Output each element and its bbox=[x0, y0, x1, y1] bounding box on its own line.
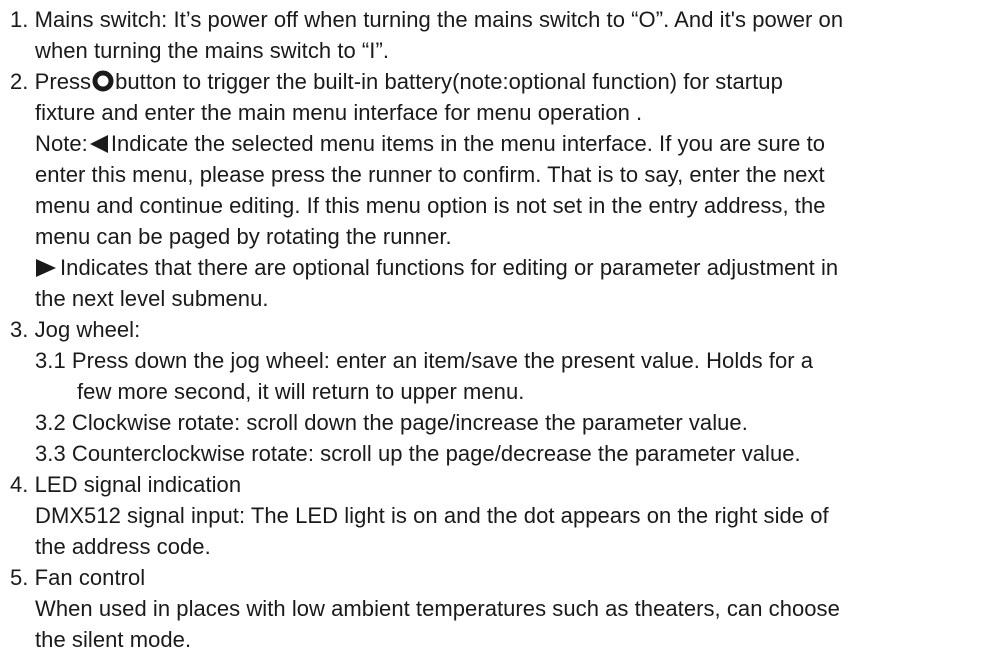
submenu-text-2: the next level submenu. bbox=[35, 286, 269, 311]
jog-sub1-line-2: few more second, it will return to upper… bbox=[10, 376, 985, 407]
press-button-text: button to trigger the built-in battery(n… bbox=[115, 69, 783, 94]
led-line-2: the address code. bbox=[10, 531, 985, 562]
led-text-2: the address code. bbox=[35, 534, 211, 559]
left-triangle-icon bbox=[89, 134, 109, 154]
note-line-1: Note: Indicate the selected menu items in… bbox=[10, 128, 985, 159]
mains-switch-text-2: when turning the mains switch to “I”. bbox=[35, 38, 389, 63]
instructions-document: 1. Mains switch: It’s power off when tur… bbox=[10, 4, 985, 655]
jog-sub2-line: 3.2 Clockwise rotate: scroll down the pa… bbox=[10, 407, 985, 438]
fan-line-2: the silent mode. bbox=[10, 624, 985, 655]
press-button-text-2: fixture and enter the main menu interfac… bbox=[35, 100, 643, 125]
ring-button-icon bbox=[92, 70, 114, 92]
note-line-2: enter this menu, please press the runner… bbox=[10, 159, 985, 190]
fan-text-1: When used in places with low ambient tem… bbox=[35, 596, 840, 621]
jog-sub3-line: 3.3 Counterclockwise rotate: scroll up t… bbox=[10, 438, 985, 469]
led-line-1: DMX512 signal input: The LED light is on… bbox=[10, 500, 985, 531]
led-heading-text: 4. LED signal indication bbox=[10, 472, 242, 497]
press-button-line-1: 2. Press button to trigger the built-in b… bbox=[10, 66, 985, 97]
led-text-1: DMX512 signal input: The LED light is on… bbox=[35, 503, 829, 528]
press-prefix: 2. Press bbox=[10, 69, 92, 94]
note-prefix: Note: bbox=[35, 131, 88, 156]
mains-switch-line-1: 1. Mains switch: It’s power off when tur… bbox=[10, 4, 985, 35]
jog-wheel-heading-text: 3. Jog wheel: bbox=[10, 317, 141, 342]
submenu-text-1: Indicates that there are optional functi… bbox=[60, 255, 839, 280]
jog-sub2-text: 3.2 Clockwise rotate: scroll down the pa… bbox=[35, 410, 748, 435]
led-heading: 4. LED signal indication bbox=[10, 469, 985, 500]
jog-sub1-text-1: 3.1 Press down the jog wheel: enter an i… bbox=[35, 348, 814, 373]
jog-wheel-heading: 3. Jog wheel: bbox=[10, 314, 985, 345]
note-text-2: enter this menu, please press the runner… bbox=[35, 162, 825, 187]
jog-sub3-text: 3.3 Counterclockwise rotate: scroll up t… bbox=[35, 441, 801, 466]
press-button-line-2: fixture and enter the main menu interfac… bbox=[10, 97, 985, 128]
mains-switch-line-2: when turning the mains switch to “I”. bbox=[10, 35, 985, 66]
submenu-line-2: the next level submenu. bbox=[10, 283, 985, 314]
jog-sub1-text-2: few more second, it will return to upper… bbox=[77, 379, 525, 404]
note-text-4: menu can be paged by rotating the runner… bbox=[35, 224, 452, 249]
submenu-line-1: Indicates that there are optional functi… bbox=[10, 252, 985, 283]
note-line-4: menu can be paged by rotating the runner… bbox=[10, 221, 985, 252]
note-text-1: Indicate the selected menu items in the … bbox=[110, 131, 826, 156]
right-triangle-icon bbox=[35, 258, 57, 278]
fan-text-2: the silent mode. bbox=[35, 627, 192, 652]
mains-switch-text-1: 1. Mains switch: It’s power off when tur… bbox=[10, 7, 844, 32]
fan-line-1: When used in places with low ambient tem… bbox=[10, 593, 985, 624]
fan-heading: 5. Fan control bbox=[10, 562, 985, 593]
jog-sub1-line-1: 3.1 Press down the jog wheel: enter an i… bbox=[10, 345, 985, 376]
note-text-3: menu and continue editing. If this menu … bbox=[35, 193, 826, 218]
note-line-3: menu and continue editing. If this menu … bbox=[10, 190, 985, 221]
fan-heading-text: 5. Fan control bbox=[10, 565, 146, 590]
